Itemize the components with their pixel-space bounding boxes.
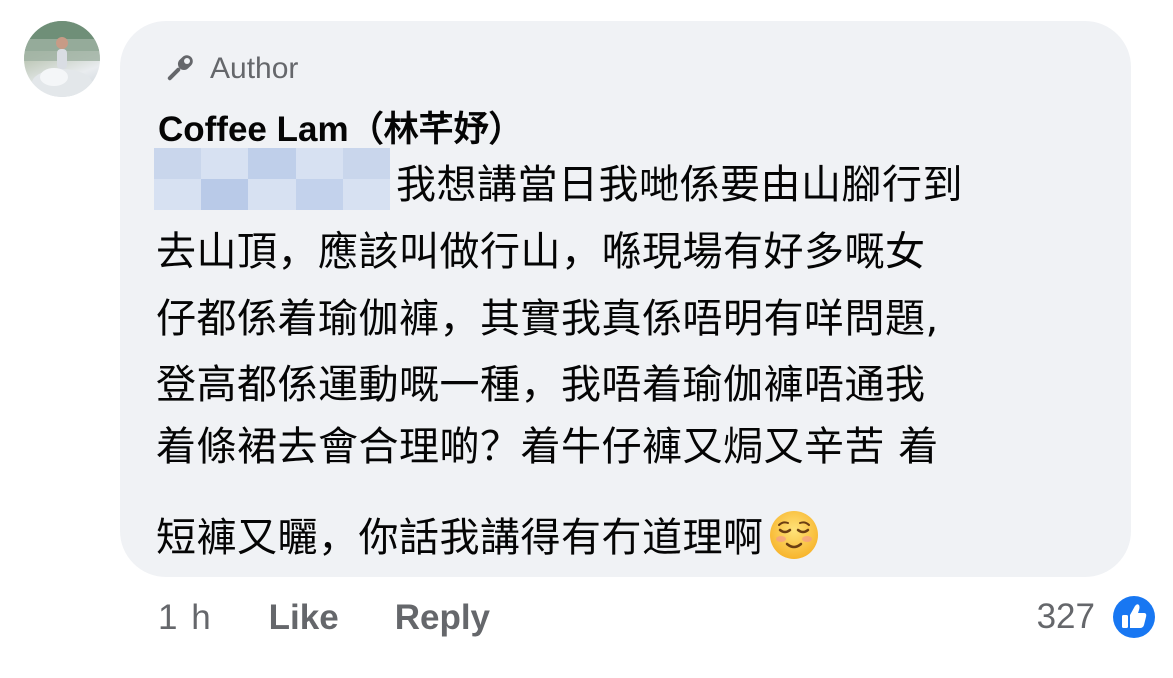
avatar[interactable] bbox=[24, 21, 100, 97]
comment-text-line: 短褲又曬，你話我講得有冇道理啊 bbox=[156, 515, 764, 561]
blurred-mention bbox=[154, 148, 390, 210]
comment-text-line: 我想講當日我哋係要由山腳行到 bbox=[396, 162, 963, 208]
comment-timestamp[interactable]: 1 h bbox=[158, 598, 213, 638]
relieved-face-icon bbox=[769, 511, 818, 559]
like-button[interactable]: Like bbox=[269, 598, 339, 638]
author-badge-label: Author bbox=[210, 52, 299, 85]
comment-text-line: 仔都係着瑜伽褲，其實我真係唔明有咩問題, bbox=[156, 296, 939, 342]
comment-text-line: 登高都係運動嘅一種，我唔着瑜伽褲唔通我 bbox=[156, 362, 926, 408]
avatar-photo bbox=[24, 21, 100, 97]
comment-text-last-line: 短褲又曬，你話我講得有冇道理啊 bbox=[156, 509, 820, 561]
comment-text-line: 去山頂，應該叫做行山，喺現場有好多嘅女 bbox=[156, 229, 926, 275]
comment-bubble: Author Coffee Lam（林芊妤） 我想講當日我哋係要由山腳行到 去山… bbox=[120, 21, 1131, 577]
reply-button[interactable]: Reply bbox=[395, 598, 490, 638]
comment-container: Author Coffee Lam（林芊妤） 我想講當日我哋係要由山腳行到 去山… bbox=[0, 0, 1173, 678]
commenter-name[interactable]: Coffee Lam（林芊妤） bbox=[158, 101, 524, 152]
reaction-count: 327 bbox=[1036, 597, 1095, 636]
microphone-icon bbox=[167, 55, 193, 81]
comment-actions: 1 h Like Reply bbox=[158, 598, 490, 638]
comment-text-line: 着條裙去會合理啲？着牛仔褲又焗又辛苦 着 bbox=[156, 424, 939, 470]
reaction-summary[interactable]: 327 bbox=[1037, 591, 1159, 643]
thumbs-up-icon bbox=[1110, 593, 1158, 641]
author-badge: Author bbox=[160, 49, 298, 89]
